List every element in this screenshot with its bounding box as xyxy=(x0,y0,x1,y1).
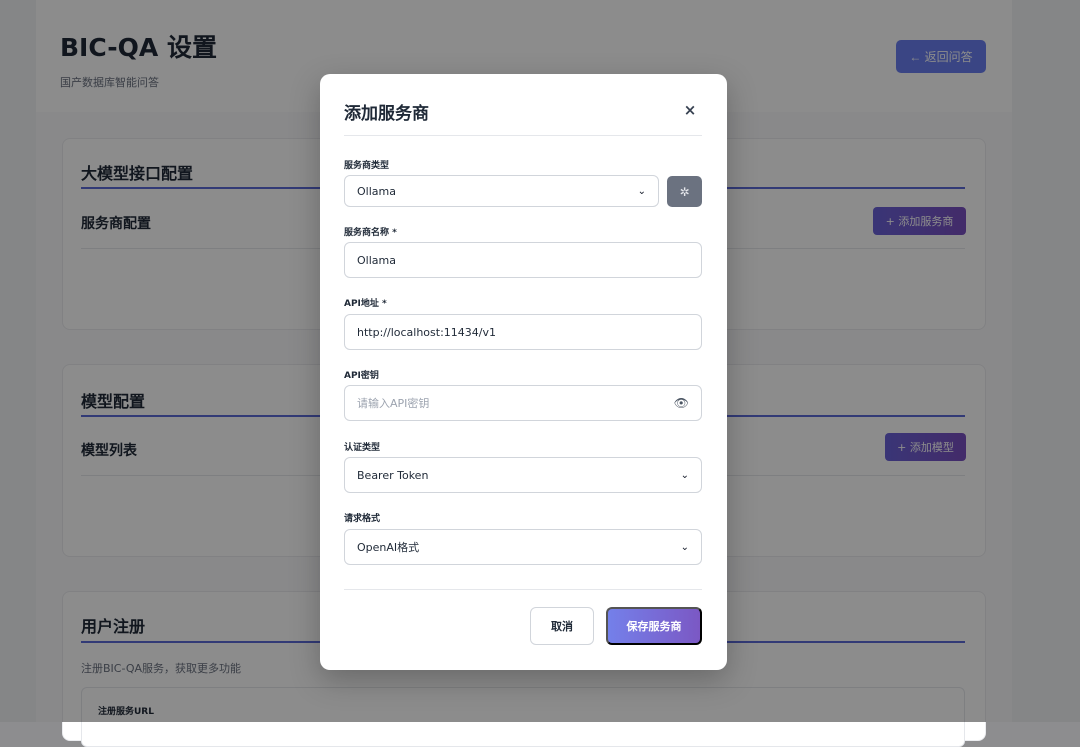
request-format-select[interactable]: OpenAI格式 ⌄ xyxy=(344,529,702,565)
api-key-placeholder: 请输入API密钥 xyxy=(357,397,430,410)
provider-name-label: 服务商名称 * xyxy=(344,228,397,238)
add-provider-modal: 添加服务商 × 服务商类型 Ollama ⌄ ✲ 服务商名称 * Ollama … xyxy=(320,74,727,670)
save-provider-button[interactable]: 保存服务商 xyxy=(606,607,702,645)
api-key-input[interactable]: 请输入API密钥 👁 xyxy=(344,385,702,421)
eye-icon[interactable]: 👁 xyxy=(674,396,689,410)
cancel-button[interactable]: 取消 xyxy=(530,607,594,645)
modal-title: 添加服务商 xyxy=(344,104,429,124)
api-url-label: API地址 * xyxy=(344,299,387,309)
provider-type-value: Ollama xyxy=(357,184,396,198)
auth-type-label: 认证类型 xyxy=(344,443,381,453)
api-url-input[interactable]: http://localhost:11434/v1 xyxy=(344,314,702,350)
chevron-down-icon: ⌄ xyxy=(680,469,689,481)
request-format-label: 请求格式 xyxy=(344,514,381,524)
provider-name-input[interactable]: Ollama xyxy=(344,242,702,278)
gear-icon[interactable]: ✲ xyxy=(667,176,702,207)
chevron-down-icon: ⌄ xyxy=(637,185,646,197)
auth-type-select[interactable]: Bearer Token ⌄ xyxy=(344,457,702,493)
provider-name-value: Ollama xyxy=(357,253,396,267)
modal-footer-divider xyxy=(344,589,702,590)
close-icon[interactable]: × xyxy=(682,101,698,119)
api-key-label: API密钥 xyxy=(344,371,379,381)
auth-type-value: Bearer Token xyxy=(357,468,429,482)
api-url-value: http://localhost:11434/v1 xyxy=(357,325,496,339)
provider-type-label: 服务商类型 xyxy=(344,161,390,171)
request-format-value: OpenAI格式 xyxy=(357,541,420,554)
provider-type-select[interactable]: Ollama ⌄ xyxy=(344,175,659,207)
chevron-down-icon: ⌄ xyxy=(680,541,689,553)
modal-header-divider xyxy=(344,135,702,136)
